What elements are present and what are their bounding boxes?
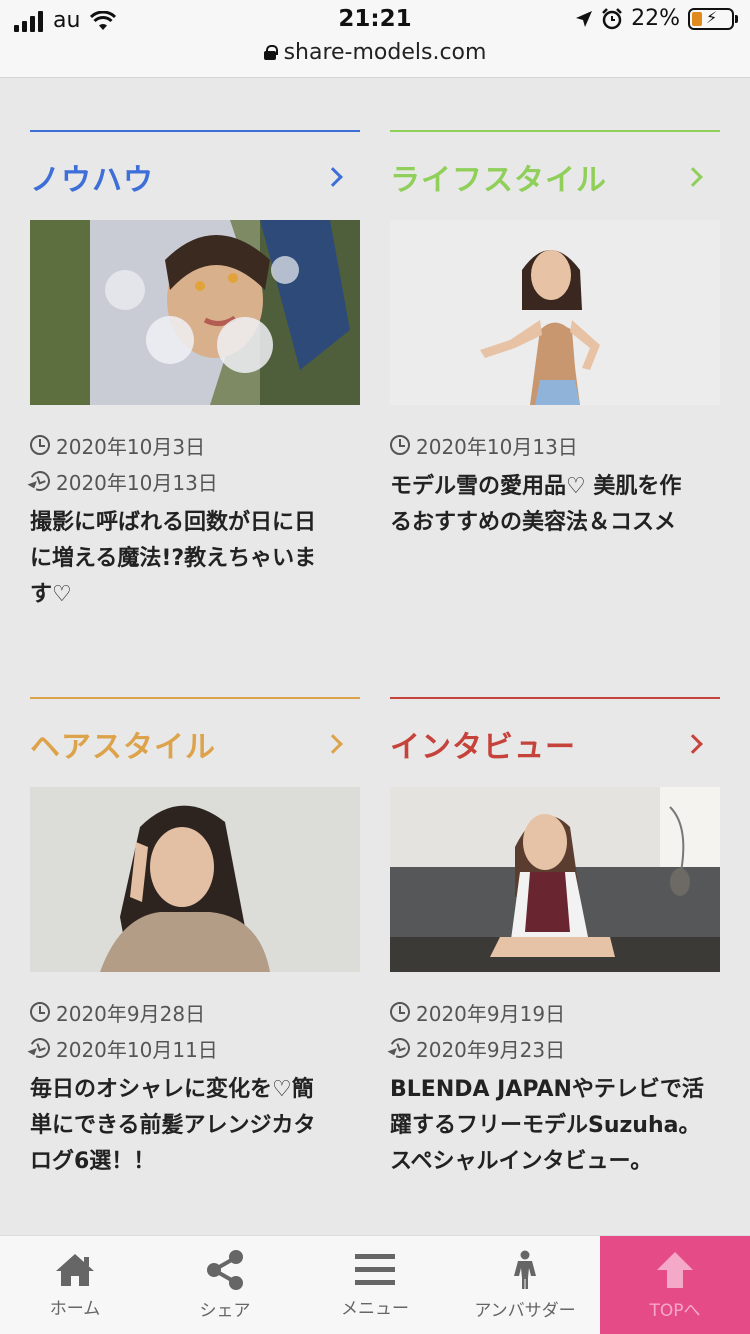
- created-date-row: 2020年9月19日: [390, 994, 720, 1030]
- updated-date-row: 2020年10月11日: [27, 1030, 360, 1066]
- bottom-navigation: ホーム シェア メニュー アンバサダー TOPへ: [0, 1235, 750, 1334]
- created-date: 2020年9月28日: [56, 1001, 206, 1026]
- browser-status-bar: au 21:21 22% ⚡ share-models.com: [0, 0, 750, 78]
- updated-date: 2020年10月13日: [56, 470, 218, 495]
- article-title-line[interactable]: 毎日のオシャレに変化を♡簡: [30, 1072, 360, 1108]
- section-interview: インタビュー 2020年9月19日 2020年9月23日 BLENDA JAPA…: [387, 697, 720, 1180]
- section-header-interview[interactable]: インタビュー: [390, 697, 720, 787]
- article-thumbnail-hairstyle[interactable]: [30, 787, 360, 972]
- nav-top-button[interactable]: TOPへ: [600, 1236, 750, 1334]
- article-dates: 2020年9月28日 2020年10月11日: [27, 994, 360, 1066]
- clock-icon: [390, 435, 410, 455]
- article-title-line[interactable]: に増える魔法!?教えちゃいま: [30, 541, 360, 577]
- updated-date: 2020年9月23日: [416, 1037, 566, 1062]
- article-title-hairstyle[interactable]: 毎日のオシャレに変化を♡簡 単にできる前髪アレンジカタ ログ6選！！: [30, 1072, 360, 1180]
- arrow-up-icon: [657, 1252, 693, 1288]
- section-title[interactable]: ヘアスタイル: [30, 722, 216, 766]
- menu-icon: [355, 1254, 395, 1285]
- url-bar[interactable]: share-models.com: [0, 40, 750, 65]
- article-title-line[interactable]: るおすすめの美容法＆コスメ: [390, 505, 720, 541]
- chevron-right-icon[interactable]: [683, 734, 703, 754]
- updated-date-row: 2020年10月13日: [27, 463, 360, 499]
- nav-home-button[interactable]: ホーム: [0, 1236, 150, 1334]
- article-title-line[interactable]: BLENDA JAPANやテレビで活: [390, 1072, 720, 1108]
- nav-menu-button[interactable]: メニュー: [300, 1236, 450, 1334]
- status-icons: 22% ⚡: [575, 6, 738, 31]
- history-icon: [387, 1035, 413, 1061]
- nav-label[interactable]: シェア: [200, 1296, 251, 1321]
- share-icon: [207, 1250, 243, 1290]
- article-title-line[interactable]: モデル雪の愛用品♡ 美肌を作: [390, 469, 720, 505]
- nav-ambassador-button[interactable]: アンバサダー: [450, 1236, 600, 1334]
- person-icon: [514, 1250, 536, 1289]
- created-date: 2020年10月3日: [56, 434, 206, 459]
- article-dates: 2020年9月19日 2020年9月23日: [387, 994, 720, 1066]
- section-lifestyle: ライフスタイル 2020年10月13日 モデル雪の愛用品♡ 美肌を作 るおすすめ…: [390, 130, 720, 541]
- article-dates: 2020年10月13日: [390, 427, 720, 463]
- created-date-row: 2020年9月28日: [30, 994, 360, 1030]
- history-icon: [27, 468, 53, 494]
- article-thumbnail-lifestyle[interactable]: [390, 220, 720, 405]
- updated-date-row: 2020年9月23日: [387, 1030, 720, 1066]
- article-title-line[interactable]: 単にできる前髪アレンジカタ: [30, 1108, 360, 1144]
- history-icon: [27, 1035, 53, 1061]
- nav-label[interactable]: ホーム: [50, 1294, 101, 1319]
- section-knowhow: ノウハウ 2020年10月3日 2020年10月13日 撮影に呼ばれる回数が日に…: [27, 130, 360, 613]
- article-title-knowhow[interactable]: 撮影に呼ばれる回数が日に日 に増える魔法!?教えちゃいま す♡: [30, 505, 360, 613]
- section-header-lifestyle[interactable]: ライフスタイル: [390, 130, 720, 220]
- section-title[interactable]: ライフスタイル: [390, 155, 607, 199]
- section-title[interactable]: ノウハウ: [30, 155, 154, 199]
- updated-date: 2020年10月11日: [56, 1037, 218, 1062]
- section-title[interactable]: インタビュー: [390, 722, 576, 766]
- article-title-line[interactable]: 撮影に呼ばれる回数が日に日: [30, 505, 360, 541]
- home-icon: [56, 1254, 94, 1286]
- created-date-row: 2020年10月3日: [30, 427, 360, 463]
- alarm-icon: [602, 7, 622, 29]
- section-header-hairstyle[interactable]: ヘアスタイル: [30, 697, 360, 787]
- article-title-interview[interactable]: BLENDA JAPANやテレビで活 躍するフリーモデルSuzuha。 スペシャ…: [390, 1072, 720, 1180]
- chevron-right-icon[interactable]: [683, 167, 703, 187]
- url-text[interactable]: share-models.com: [284, 40, 487, 65]
- article-thumbnail-knowhow[interactable]: [30, 220, 360, 405]
- created-date-row: 2020年10月13日: [390, 427, 720, 463]
- article-title-line[interactable]: す♡: [30, 577, 360, 613]
- battery-percent: 22%: [631, 6, 680, 31]
- article-title-lifestyle[interactable]: モデル雪の愛用品♡ 美肌を作 るおすすめの美容法＆コスメ: [390, 469, 720, 541]
- chevron-right-icon[interactable]: [323, 167, 343, 187]
- chevron-right-icon[interactable]: [323, 734, 343, 754]
- section-hairstyle: ヘアスタイル 2020年9月28日 2020年10月11日 毎日のオシャレに変化…: [27, 697, 360, 1180]
- created-date: 2020年10月13日: [416, 434, 578, 459]
- lock-icon: [263, 45, 278, 60]
- location-arrow-icon: [576, 10, 593, 27]
- article-title-line[interactable]: ログ6選！！: [30, 1144, 360, 1180]
- section-header-knowhow[interactable]: ノウハウ: [30, 130, 360, 220]
- article-thumbnail-interview[interactable]: [390, 787, 720, 972]
- nav-label[interactable]: メニュー: [341, 1294, 409, 1319]
- article-title-line[interactable]: スペシャルインタビュー。: [390, 1144, 720, 1180]
- article-title-line[interactable]: 躍するフリーモデルSuzuha。: [390, 1108, 720, 1144]
- article-dates: 2020年10月3日 2020年10月13日: [27, 427, 360, 499]
- nav-label[interactable]: アンバサダー: [474, 1296, 575, 1321]
- clock-icon: [30, 435, 50, 455]
- clock-icon: [390, 1002, 410, 1022]
- clock-icon: [30, 1002, 50, 1022]
- battery-icon: ⚡: [688, 7, 738, 30]
- created-date: 2020年9月19日: [416, 1001, 566, 1026]
- nav-share-button[interactable]: シェア: [150, 1236, 300, 1334]
- nav-label[interactable]: TOPへ: [649, 1296, 700, 1321]
